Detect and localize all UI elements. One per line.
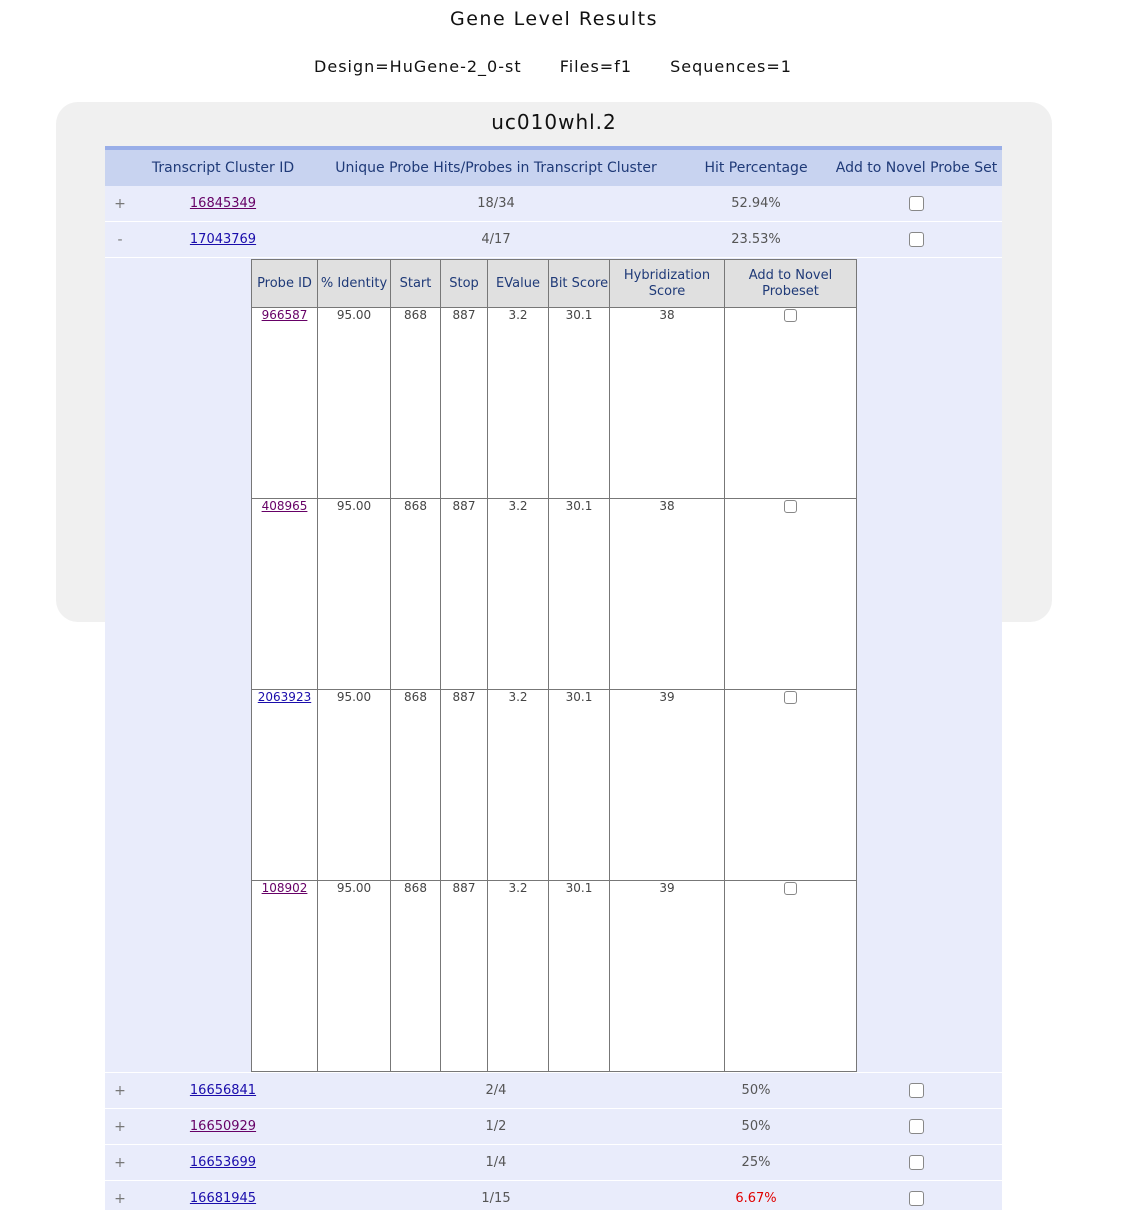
probe-col-identity: % Identity (318, 260, 391, 308)
add-novel-checkbox[interactable] (909, 1191, 924, 1206)
probe-col-evalue: EValue (488, 260, 549, 308)
expander-header (105, 148, 135, 186)
query-summary: Design=HuGene-2_0-st Files=f1 Sequences=… (0, 57, 1106, 76)
bit-score-cell: 30.1 (549, 881, 610, 1072)
probe-row: 408965 95.00 868 887 3.2 30.1 38 (252, 499, 857, 690)
identity-cell: 95.00 (318, 881, 391, 1072)
add-novel-checkbox[interactable] (909, 1083, 924, 1098)
start-cell: 868 (391, 308, 441, 499)
gene-title: uc010whl.2 (56, 110, 1052, 134)
identity-cell: 95.00 (318, 308, 391, 499)
page-title: Gene Level Results (0, 8, 1108, 30)
add-novel-checkbox[interactable] (909, 196, 924, 211)
probe-add-checkbox[interactable] (784, 882, 797, 895)
hits-cell: 18/34 (311, 186, 681, 222)
percent-cell: 50% (681, 1073, 831, 1109)
probe-table: Probe ID % Identity Start Stop EValue Bi… (251, 259, 857, 1072)
hits-cell: 1/15 (311, 1181, 681, 1210)
hits-cell: 1/2 (311, 1109, 681, 1145)
cluster-id-link[interactable]: 16681945 (190, 1191, 256, 1206)
evalue-cell: 3.2 (488, 308, 549, 499)
column-header-hit-percentage[interactable]: Hit Percentage (681, 148, 831, 186)
start-cell: 868 (391, 881, 441, 1072)
expand-toggle[interactable]: + (105, 186, 135, 222)
probe-add-checkbox[interactable] (784, 500, 797, 513)
identity-cell: 95.00 (318, 690, 391, 881)
gene-panel: uc010whl.2 Transcript Cluster ID Unique … (56, 102, 1052, 622)
probe-row: 966587 95.00 868 887 3.2 30.1 38 (252, 308, 857, 499)
expand-toggle[interactable]: + (105, 1073, 135, 1109)
probe-add-checkbox[interactable] (784, 691, 797, 704)
column-header-hits[interactable]: Unique Probe Hits/Probes in Transcript C… (311, 148, 681, 186)
evalue-cell: 3.2 (488, 499, 549, 690)
add-novel-checkbox[interactable] (909, 1119, 924, 1134)
probe-id-link[interactable]: 966587 (262, 308, 308, 322)
table-row: + 16650929 1/2 50% (105, 1109, 1002, 1145)
start-cell: 868 (391, 499, 441, 690)
cluster-id-link[interactable]: 17043769 (190, 232, 256, 247)
probe-row: 108902 95.00 868 887 3.2 30.1 39 (252, 881, 857, 1072)
stop-cell: 887 (441, 690, 488, 881)
add-novel-checkbox[interactable] (909, 232, 924, 247)
hits-cell: 2/4 (311, 1073, 681, 1109)
design-label: Design=HuGene-2_0-st (314, 57, 522, 76)
probe-add-checkbox[interactable] (784, 309, 797, 322)
percent-cell: 23.53% (681, 222, 831, 258)
add-novel-checkbox[interactable] (909, 1155, 924, 1170)
stop-cell: 887 (441, 308, 488, 499)
table-row: + 16681945 1/15 6.67% (105, 1181, 1002, 1210)
hybridization-cell: 39 (610, 881, 725, 1072)
identity-cell: 95.00 (318, 499, 391, 690)
transcript-cluster-table: Transcript Cluster ID Unique Probe Hits/… (105, 146, 1002, 1210)
percent-cell: 6.67% (681, 1181, 831, 1210)
table-row: + 16845349 18/34 52.94% (105, 186, 1002, 222)
cluster-id-link[interactable]: 16656841 (190, 1083, 256, 1098)
probe-col-hybridization: Hybridization Score (610, 260, 725, 308)
probe-col-start: Start (391, 260, 441, 308)
stop-cell: 887 (441, 499, 488, 690)
bit-score-cell: 30.1 (549, 308, 610, 499)
bit-score-cell: 30.1 (549, 499, 610, 690)
hits-cell: 1/4 (311, 1145, 681, 1181)
probe-detail-row: Probe ID % Identity Start Stop EValue Bi… (105, 258, 1002, 1073)
expand-toggle[interactable]: + (105, 1145, 135, 1181)
expand-toggle[interactable]: + (105, 1109, 135, 1145)
percent-cell: 50% (681, 1109, 831, 1145)
table-header-row: Transcript Cluster ID Unique Probe Hits/… (105, 148, 1002, 186)
bit-score-cell: 30.1 (549, 690, 610, 881)
probe-header-row: Probe ID % Identity Start Stop EValue Bi… (252, 260, 857, 308)
hybridization-cell: 39 (610, 690, 725, 881)
files-label: Files=f1 (560, 57, 632, 76)
hybridization-cell: 38 (610, 499, 725, 690)
expand-toggle[interactable]: + (105, 1181, 135, 1210)
probe-id-link[interactable]: 2063923 (258, 690, 311, 704)
percent-cell: 25% (681, 1145, 831, 1181)
column-header-cluster-id[interactable]: Transcript Cluster ID (135, 148, 311, 186)
probe-col-bit-score: Bit Score (549, 260, 610, 308)
evalue-cell: 3.2 (488, 881, 549, 1072)
table-row: + 16653699 1/4 25% (105, 1145, 1002, 1181)
cluster-id-link[interactable]: 16845349 (190, 196, 256, 211)
percent-cell: 52.94% (681, 186, 831, 222)
table-row: + 16656841 2/4 50% (105, 1073, 1002, 1109)
table-row: - 17043769 4/17 23.53% (105, 222, 1002, 258)
sequences-label: Sequences=1 (670, 57, 792, 76)
probe-col-id: Probe ID (252, 260, 318, 308)
hybridization-cell: 38 (610, 308, 725, 499)
collapse-toggle[interactable]: - (105, 222, 135, 258)
cluster-id-link[interactable]: 16653699 (190, 1155, 256, 1170)
probe-id-link[interactable]: 408965 (262, 499, 308, 513)
probe-col-add-novel: Add to Novel Probeset (725, 260, 857, 308)
hits-cell: 4/17 (311, 222, 681, 258)
probe-col-stop: Stop (441, 260, 488, 308)
start-cell: 868 (391, 690, 441, 881)
cluster-id-link[interactable]: 16650929 (190, 1119, 256, 1134)
column-header-add-novel: Add to Novel Probe Set (831, 148, 1002, 186)
evalue-cell: 3.2 (488, 690, 549, 881)
probe-row: 2063923 95.00 868 887 3.2 30.1 39 (252, 690, 857, 881)
stop-cell: 887 (441, 881, 488, 1072)
probe-id-link[interactable]: 108902 (262, 881, 308, 895)
